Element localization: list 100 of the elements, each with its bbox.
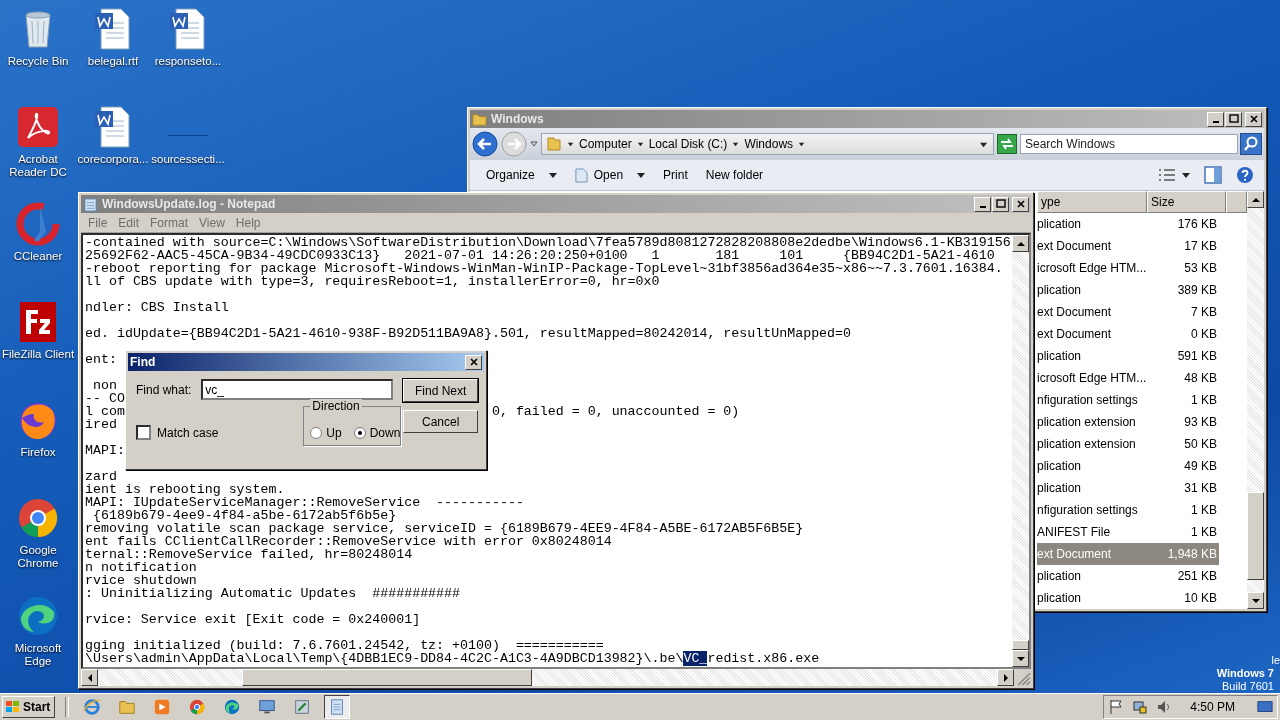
desktop-icon-label[interactable]: responseto... bbox=[154, 55, 222, 68]
log-line: l com bbox=[85, 404, 125, 419]
back-button[interactable] bbox=[472, 131, 498, 157]
match-case-label[interactable]: Match case bbox=[157, 425, 219, 440]
file-row[interactable]: icrosoft Edge HTM... 53 KB bbox=[1037, 257, 1247, 279]
file-row[interactable]: plication 49 KB bbox=[1037, 455, 1247, 477]
desktop-icon-label[interactable]: Google Chrome bbox=[0, 544, 76, 570]
close-button[interactable] bbox=[465, 354, 482, 370]
help-icon[interactable] bbox=[1236, 166, 1254, 184]
pdf-app-icon[interactable] bbox=[16, 105, 60, 149]
wave-browser-icon[interactable] bbox=[16, 594, 60, 638]
file-row[interactable]: plication extension 93 KB bbox=[1037, 411, 1247, 433]
desktop-icon-label[interactable]: Recycle Bin bbox=[7, 55, 69, 68]
column-header[interactable] bbox=[1226, 191, 1247, 213]
scroll-thumb[interactable] bbox=[1012, 640, 1029, 650]
view-options-icon[interactable] bbox=[1158, 166, 1176, 184]
file-row[interactable]: plication extension 50 KB bbox=[1037, 433, 1247, 455]
scroll-up-icon[interactable] bbox=[1016, 239, 1025, 248]
vertical-scrollbar[interactable] bbox=[1247, 191, 1264, 609]
file-row[interactable]: plication 10 KB bbox=[1037, 587, 1247, 609]
chevron-icon[interactable] bbox=[567, 140, 574, 148]
find-next-button[interactable]: Find Next bbox=[403, 379, 478, 402]
radio-button[interactable] bbox=[353, 427, 366, 439]
browser-icon[interactable] bbox=[16, 496, 60, 540]
checkbox[interactable] bbox=[136, 425, 151, 440]
clock[interactable]: 4:50 PM bbox=[1190, 700, 1235, 714]
log-line: removing volatile scan package service, serviceID = {6189B679-4EE9-4F84-A5BE-6172AB5F6B5E} bbox=[85, 522, 804, 535]
file-row[interactable]: ext Document 17 KB bbox=[1037, 235, 1247, 257]
breadcrumb-item[interactable]: Windows bbox=[744, 137, 794, 151]
radio-button[interactable] bbox=[310, 427, 323, 439]
scroll-thumb[interactable] bbox=[241, 669, 532, 686]
caret-icon[interactable] bbox=[1182, 171, 1190, 179]
search-field[interactable]: Search Windows bbox=[1020, 134, 1238, 154]
file-row[interactable]: ANIFEST File 1 KB bbox=[1037, 521, 1247, 543]
dropdown-icon[interactable] bbox=[980, 140, 987, 148]
menu-item[interactable]: View bbox=[194, 215, 230, 230]
close-icon bbox=[1015, 199, 1026, 209]
scroll-down-icon[interactable] bbox=[1251, 596, 1260, 605]
file-row[interactable]: plication 251 KB bbox=[1037, 565, 1247, 587]
log-line: n notification bbox=[85, 561, 197, 574]
flag-icon bbox=[5, 699, 21, 715]
find-what-field[interactable]: vc_ bbox=[201, 379, 394, 400]
radio-label[interactable]: Up bbox=[326, 426, 342, 440]
log-line: -contained with source=C:\Windows\SoftwareDistribution\Download\7fea5789d8081272828208808e2dedbe\Windows6.1-KB319156 bbox=[85, 236, 1011, 249]
chevron-icon[interactable] bbox=[636, 140, 644, 148]
search-icon[interactable] bbox=[1240, 133, 1262, 155]
desktop-icon-label[interactable]: belegal.rtf bbox=[87, 55, 139, 68]
preview-pane-icon[interactable] bbox=[1204, 166, 1222, 184]
breadcrumb-item[interactable]: Computer bbox=[579, 137, 632, 151]
maximize-icon bbox=[1228, 114, 1239, 124]
maximize-icon bbox=[995, 199, 1006, 209]
flag-icon[interactable] bbox=[1108, 699, 1125, 715]
log-line: gging initialized (build: 7.6.7601.24542, tz: +0100) =========== bbox=[85, 639, 604, 652]
network-icon[interactable] bbox=[1132, 699, 1149, 715]
taskbar-button[interactable] bbox=[324, 695, 351, 719]
column-header[interactable]: ype bbox=[1037, 191, 1147, 213]
scroll-up-icon[interactable] bbox=[1251, 195, 1260, 204]
play-icon bbox=[153, 698, 172, 716]
file-row[interactable]: icrosoft Edge HTM... 48 KB bbox=[1037, 367, 1247, 389]
scroll-right-icon[interactable] bbox=[1001, 673, 1010, 682]
cancel-button[interactable]: Cancel bbox=[403, 410, 478, 433]
chevron-icon[interactable] bbox=[732, 140, 740, 148]
vertical-scrollbar[interactable] bbox=[1012, 235, 1029, 667]
os-version-text: Windows 7 bbox=[1216, 667, 1274, 681]
desktop-icon-label[interactable]: Firefox bbox=[20, 446, 56, 459]
file-row[interactable]: ext Document 7 KB bbox=[1037, 301, 1247, 323]
address-bar[interactable]: Computer Local Disk (C:) Windows bbox=[541, 133, 994, 155]
log-line: ired bbox=[85, 418, 117, 431]
folder-icon bbox=[118, 698, 137, 716]
scroll-thumb[interactable] bbox=[1247, 492, 1264, 581]
desktop-icon-label[interactable]: sourcessecti... bbox=[151, 153, 225, 166]
desktop-icon-label[interactable]: corecorpora... bbox=[77, 153, 149, 166]
chevron-icon[interactable] bbox=[798, 140, 806, 148]
log-line: zard bbox=[85, 470, 117, 483]
desktop-icon-label[interactable]: Microsoft Edge bbox=[0, 642, 76, 668]
desktop-icon-label[interactable]: FileZilla Client bbox=[1, 348, 75, 361]
log-line: -reboot reporting for package Microsoft-Windows-WinMan-WinIP-Package-TopLevel~31bf3856ad364e35~x86~~7.3.7601.16384. bbox=[85, 262, 1003, 275]
toolbar-button[interactable]: New folder bbox=[699, 166, 770, 184]
start-button[interactable]: Start bbox=[2, 696, 56, 718]
show-desktop-icon[interactable] bbox=[1257, 699, 1273, 715]
file-row[interactable]: ext Document 1,948 KB bbox=[1037, 543, 1219, 565]
column-header[interactable]: Size bbox=[1147, 191, 1226, 213]
toolbar-button[interactable]: Print bbox=[657, 166, 694, 184]
scroll-down-icon[interactable] bbox=[1016, 654, 1025, 663]
horizontal-scrollbar[interactable] bbox=[81, 669, 1014, 686]
toolbar-button[interactable]: Organize bbox=[480, 166, 563, 184]
file-row[interactable]: plication 176 KB bbox=[1037, 213, 1247, 235]
file-row[interactable]: plication 591 KB bbox=[1037, 345, 1247, 367]
file-row[interactable]: plication 389 KB bbox=[1037, 279, 1247, 301]
refresh-button[interactable] bbox=[997, 134, 1017, 154]
desktop-icon-label[interactable]: Acrobat Reader DC bbox=[0, 153, 76, 179]
wave-browser-icon bbox=[223, 698, 242, 716]
file-row[interactable]: plication 31 KB bbox=[1037, 477, 1247, 499]
file-row[interactable]: nfiguration settings 1 KB bbox=[1037, 499, 1247, 521]
toolbar-button[interactable]: Open bbox=[568, 165, 652, 185]
desktop-icon-label[interactable]: CCleaner bbox=[13, 250, 63, 263]
radio-label[interactable]: Down bbox=[369, 426, 401, 440]
file-row[interactable]: ext Document 0 KB bbox=[1037, 323, 1247, 345]
breadcrumb-item[interactable]: Local Disk (C:) bbox=[648, 137, 728, 151]
file-row[interactable]: nfiguration settings 1 KB bbox=[1037, 389, 1247, 411]
